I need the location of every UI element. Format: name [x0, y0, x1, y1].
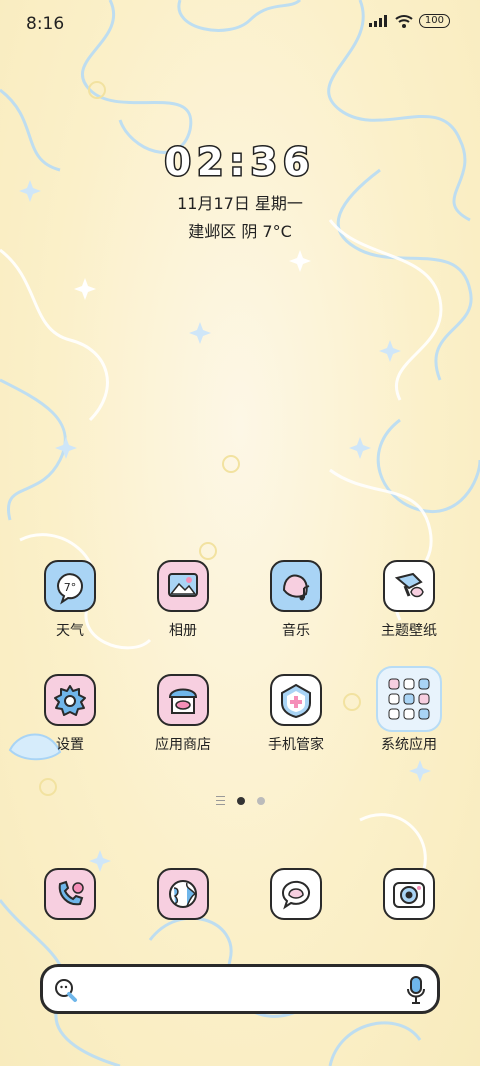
wifi-icon — [395, 15, 413, 28]
dock-browser[interactable] — [128, 868, 238, 920]
app-settings[interactable]: 设置 — [15, 674, 125, 754]
app-label: 系统应用 — [381, 737, 437, 753]
dock-messages[interactable] — [241, 868, 351, 920]
minus-one-screen-icon[interactable] — [215, 796, 225, 805]
dock-camera[interactable] — [354, 868, 464, 920]
clock-time: 02:36 — [163, 139, 316, 186]
status-bar: 8:16 100 — [0, 0, 480, 50]
clock-date: 11月17日 星期一 — [177, 194, 303, 213]
messages-icon — [270, 868, 322, 920]
app-label: 主题壁纸 — [381, 623, 437, 639]
app-label: 天气 — [56, 623, 84, 639]
weather-icon: 7° — [44, 560, 96, 612]
app-gallery[interactable]: 相册 — [128, 560, 238, 640]
weather-icon-text: 7° — [64, 581, 77, 594]
app-music[interactable]: 音乐 — [241, 560, 351, 640]
camera-icon — [383, 868, 435, 920]
status-time: 8:16 — [26, 14, 65, 34]
folder-icon — [376, 666, 442, 732]
app-label: 手机管家 — [268, 737, 324, 753]
page-indicator[interactable] — [0, 796, 480, 805]
browser-globe-icon — [157, 868, 209, 920]
app-folder-system[interactable]: 系统应用 — [354, 666, 464, 754]
gallery-icon — [157, 560, 209, 612]
app-weather[interactable]: 7° 天气 — [15, 560, 125, 640]
app-themes[interactable]: 主题壁纸 — [354, 560, 464, 640]
app-phone-manager[interactable]: 手机管家 — [241, 674, 351, 754]
app-label: 应用商店 — [155, 737, 211, 753]
music-shell-icon — [270, 560, 322, 612]
app-store[interactable]: 应用商店 — [128, 674, 238, 754]
dock-phone[interactable] — [15, 868, 125, 920]
app-store-icon — [157, 674, 209, 726]
status-icons: 100 — [368, 14, 450, 28]
theme-brush-icon — [383, 560, 435, 612]
app-label: 音乐 — [282, 623, 310, 639]
clock-widget[interactable]: 02:36 11月17日 星期一 建邺区 阴 7°C — [0, 139, 480, 242]
app-label: 相册 — [169, 623, 197, 639]
search-input[interactable] — [91, 977, 395, 1003]
settings-gear-icon — [44, 674, 96, 726]
battery-indicator: 100 — [418, 14, 450, 28]
search-icon — [55, 979, 77, 1002]
signal-icon — [368, 15, 387, 27]
shield-plus-icon — [270, 674, 322, 726]
page-dot-active[interactable] — [236, 796, 245, 805]
clock-weather: 建邺区 阴 7°C — [188, 222, 292, 241]
search-bar[interactable] — [40, 964, 440, 1014]
microphone-icon[interactable] — [405, 975, 427, 1005]
page-dot[interactable] — [256, 796, 265, 805]
app-label: 设置 — [56, 737, 84, 753]
phone-icon — [44, 868, 96, 920]
